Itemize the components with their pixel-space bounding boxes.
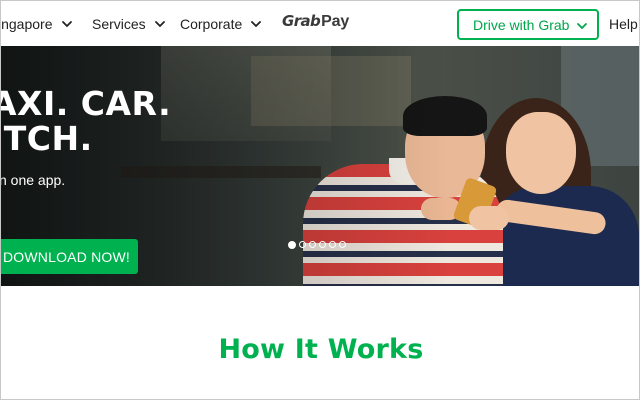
hero-headline-line1: AXI. CAR.: [1, 84, 172, 123]
chevron-down-icon: [60, 17, 74, 31]
how-it-works-heading: How It Works: [218, 334, 424, 365]
chevron-down-icon: [153, 17, 167, 31]
nav-corporate-menu[interactable]: Corporate: [180, 1, 263, 46]
chevron-down-icon: [576, 19, 588, 31]
hero-headline-line2: ITCH.: [1, 119, 93, 158]
carousel-dot[interactable]: [319, 241, 326, 248]
nav-corporate-label: Corporate: [180, 15, 243, 32]
nav-country-label: ingapore: [0, 15, 53, 32]
grabpay-logo[interactable]: Grab Pay: [282, 12, 349, 34]
nav-country-selector[interactable]: ingapore: [0, 1, 74, 46]
hero-banner: AXI. CAR. ITCH. n one app. DOWNLOAD NOW!: [1, 46, 639, 286]
chevron-down-icon: [249, 17, 263, 31]
drive-with-grab-button[interactable]: Drive with Grab: [457, 9, 599, 40]
logo-grab-text: Grab: [282, 12, 321, 30]
logo-pay-text: Pay: [321, 13, 350, 30]
top-navigation-bar: ingapore Services Corporate Grab Pay Dri…: [0, 1, 639, 46]
hero-subheadline: n one app.: [1, 172, 66, 188]
carousel-dot[interactable]: [329, 241, 336, 248]
nav-services-label: Services: [92, 15, 146, 32]
carousel-dot[interactable]: [288, 240, 296, 249]
carousel-dot[interactable]: [339, 241, 346, 248]
hero-headline: AXI. CAR. ITCH.: [1, 86, 251, 156]
browser-viewport: ingapore Services Corporate Grab Pay Dri…: [0, 0, 640, 400]
carousel-dot[interactable]: [309, 241, 316, 248]
help-link[interactable]: Help: [609, 1, 638, 46]
nav-services-menu[interactable]: Services: [92, 1, 167, 46]
carousel-pagination: [288, 240, 346, 249]
download-now-button[interactable]: DOWNLOAD NOW!: [1, 239, 138, 274]
drive-with-grab-label: Drive with Grab: [473, 16, 570, 33]
carousel-dot[interactable]: [299, 241, 306, 248]
